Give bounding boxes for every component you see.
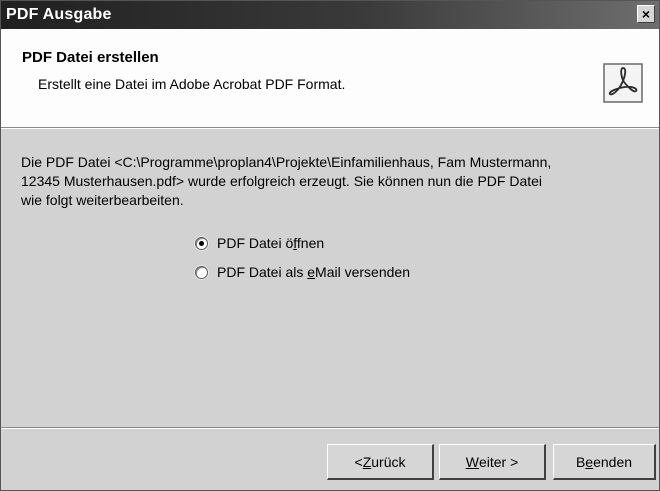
message-line: 12345 Musterhausen.pdf> wurde erfolgreic…	[21, 173, 543, 189]
email-pdf-label[interactable]: PDF Datei als eMail versenden	[217, 264, 410, 280]
email-pdf-radio[interactable]	[195, 265, 208, 279]
pdf-ausgabe-dialog: PDF Ausgabe × PDF Datei erstellen Erstel…	[0, 0, 660, 491]
open-pdf-label[interactable]: PDF Datei öffnen	[217, 235, 324, 251]
wizard-header: PDF Datei erstellen Erstellt eine Datei …	[1, 29, 659, 127]
header-subtitle: Erstellt eine Datei im Adobe Acrobat PDF…	[38, 76, 346, 92]
option-email-pdf[interactable]: PDF Datei als eMail versenden	[195, 262, 410, 282]
footer-divider	[1, 427, 659, 429]
open-pdf-radio[interactable]	[195, 236, 208, 250]
close-icon: ×	[641, 6, 651, 22]
close-button[interactable]: ×	[637, 5, 655, 23]
finish-button[interactable]: Be enden	[553, 444, 656, 480]
header-divider	[1, 127, 659, 129]
message-line: wie folgt weiterbearbeiten.	[21, 192, 184, 208]
back-button[interactable]: < Zurück	[327, 444, 434, 480]
pdf-acrobat-icon	[603, 63, 643, 103]
window-title: PDF Ausgabe	[6, 6, 112, 23]
next-button[interactable]: Weiter >	[439, 444, 546, 480]
title-bar[interactable]: PDF Ausgabe ×	[1, 1, 659, 29]
header-title: PDF Datei erstellen	[22, 49, 159, 66]
status-message: Die PDF Datei <C:\Programme\proplan4\Pro…	[21, 153, 651, 210]
option-open-pdf[interactable]: PDF Datei öffnen	[195, 233, 324, 253]
message-line: Die PDF Datei <C:\Programme\proplan4\Pro…	[21, 154, 552, 170]
